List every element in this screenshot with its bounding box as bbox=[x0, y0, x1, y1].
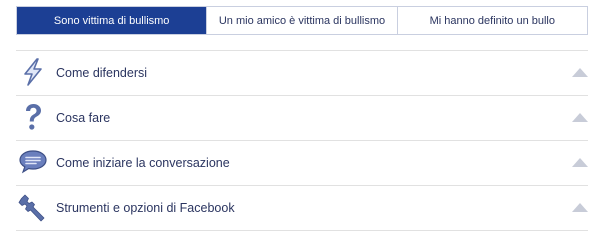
collapse-arrow-icon[interactable] bbox=[572, 68, 588, 77]
accordion-item-strumenti-facebook[interactable]: Strumenti e opzioni di Facebook bbox=[16, 186, 588, 231]
accordion-item-label: Come difendersi bbox=[56, 66, 148, 80]
accordion-item-label: Strumenti e opzioni di Facebook bbox=[56, 201, 235, 215]
accordion-item-label: Come iniziare la conversazione bbox=[56, 156, 230, 170]
audience-tabs: Sono vittima di bullismo Un mio amico è … bbox=[16, 6, 588, 35]
collapse-arrow-icon[interactable] bbox=[572, 203, 588, 212]
tab-victim[interactable]: Sono vittima di bullismo bbox=[17, 7, 207, 34]
tab-called-bully-label: Mi hanno definito un bullo bbox=[429, 14, 555, 27]
wrench-icon bbox=[18, 192, 48, 222]
speech-bubble-icon bbox=[18, 147, 48, 177]
tab-called-bully[interactable]: Mi hanno definito un bullo bbox=[396, 7, 587, 34]
tab-victim-label: Sono vittima di bullismo bbox=[53, 14, 170, 27]
question-mark-icon bbox=[18, 102, 48, 132]
collapse-arrow-icon[interactable] bbox=[572, 158, 588, 167]
accordion-item-label: Cosa fare bbox=[56, 111, 111, 125]
tab-friend-victim[interactable]: Un mio amico è vittima di bullismo bbox=[206, 7, 397, 34]
lightning-icon bbox=[18, 57, 48, 87]
accordion-item-cosa-fare[interactable]: Cosa fare bbox=[16, 96, 588, 141]
collapse-arrow-icon[interactable] bbox=[572, 113, 588, 122]
accordion-item-come-difendersi[interactable]: Come difendersi bbox=[16, 51, 588, 96]
accordion-item-iniziare-conversazione[interactable]: Come iniziare la conversazione bbox=[16, 141, 588, 186]
tab-friend-victim-label: Un mio amico è vittima di bullismo bbox=[218, 14, 386, 27]
accordion-list: Come difendersi Cosa fare Come iniziare … bbox=[16, 50, 588, 231]
